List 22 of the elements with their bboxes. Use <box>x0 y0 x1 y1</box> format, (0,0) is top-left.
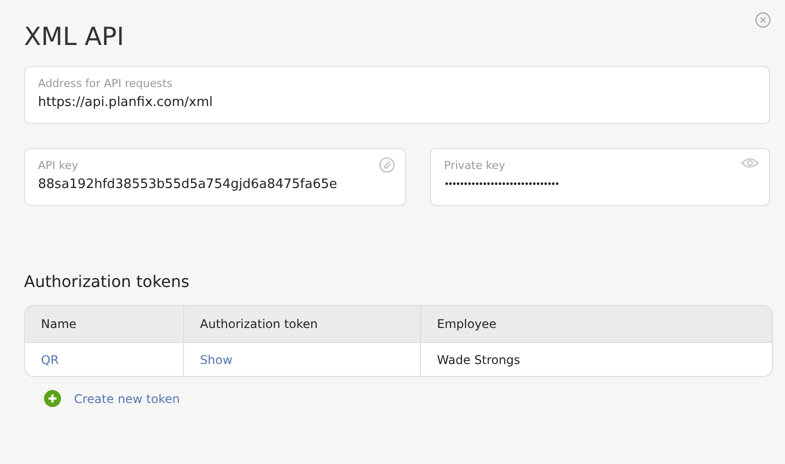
field-value: 88sa192hfd38553b55d5a754gjd6a8475fa65e <box>38 177 338 192</box>
private-key-field[interactable]: Private key •••••••••••••••••••••••••••••• <box>430 148 770 206</box>
add-icon[interactable] <box>44 390 61 407</box>
create-token-link[interactable]: Create new token <box>74 392 180 406</box>
address-field[interactable]: Address for API requests https://api.planfix.com/xml <box>24 66 770 124</box>
field-value: https://api.planfix.com/xml <box>38 95 213 110</box>
show-token-link[interactable]: Show <box>200 352 232 366</box>
masked-value: •••••••••••••••••••••••••••••• <box>444 180 558 190</box>
employee-name: Wade Strongs <box>437 352 520 366</box>
field-label: API key <box>38 159 78 172</box>
column-header: Authorization token <box>183 306 420 342</box>
field-label: Private key <box>444 159 506 172</box>
token-name-link[interactable]: QR <box>41 352 59 366</box>
paperclip-icon[interactable] <box>379 157 395 173</box>
section-heading: Authorization tokens <box>24 272 190 291</box>
field-label: Address for API requests <box>38 77 172 90</box>
eye-icon[interactable] <box>741 157 759 169</box>
page-title: XML API <box>24 21 126 53</box>
api-key-field[interactable]: API key 88sa192hfd38553b55d5a754gjd6a8475fa65e <box>24 148 406 206</box>
column-header: Name <box>40 316 78 333</box>
close-icon[interactable] <box>755 12 771 28</box>
column-header: Employee <box>420 306 772 342</box>
